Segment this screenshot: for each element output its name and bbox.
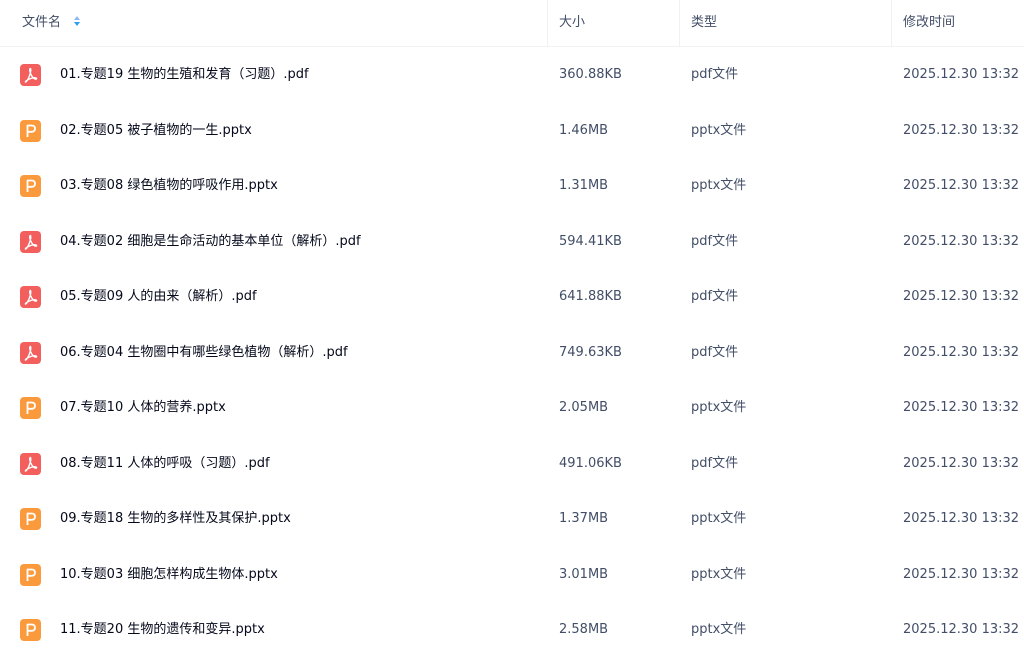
column-header-size[interactable]: 大小 — [559, 0, 585, 46]
sort-up-arrow — [74, 16, 81, 20]
pptx-icon — [20, 119, 41, 142]
file-size: 594.41KB — [559, 233, 622, 249]
file-size: 1.31MB — [559, 178, 609, 193]
file-name[interactable]: 09.专题18 生物的多样性及其保护.pptx — [60, 491, 291, 547]
pptx-icon — [20, 508, 41, 530]
file-name[interactable]: 01.专题19 生物的生殖和发育（习题）.pdf — [60, 47, 309, 103]
column-header-modified[interactable]: 修改时间 — [903, 0, 955, 46]
file-name[interactable]: 05.专题09 人的由来（解析）.pdf — [60, 269, 257, 325]
file-modified: 2025.12.30 13:32 — [903, 622, 1020, 637]
pptx-icon — [20, 619, 41, 641]
file-type: pptx文件 — [691, 566, 747, 582]
file-modified: 2025.12.30 13:32 — [903, 178, 1020, 193]
file-modified: 2025.12.30 13:32 — [903, 400, 1020, 415]
list-header: 文件名 大小 类型 修改时间 — [0, 0, 1024, 47]
pptx-icon — [20, 563, 41, 586]
file-size: 749.63KB — [559, 344, 622, 360]
file-size: 491.06KB — [559, 455, 622, 471]
file-row[interactable]: 07.专题10 人体的营养.pptx 2.05MB pptx文件 2025.12… — [0, 380, 1024, 436]
column-header-size-label: 大小 — [559, 15, 586, 30]
file-name[interactable]: 11.专题20 生物的遗传和变异.pptx — [60, 602, 265, 658]
file-rows: 01.专题19 生物的生殖和发育（习题）.pdf 360.88KB pdf文件 … — [0, 47, 1024, 658]
file-size: 1.46MB — [559, 122, 609, 138]
file-row[interactable]: 04.专题02 细胞是生命活动的基本单位（解析）.pdf 594.41KB pd… — [0, 214, 1024, 270]
pdf-icon — [20, 64, 41, 86]
sort-down-arrow — [74, 22, 81, 26]
file-modified: 2025.12.30 13:32 — [903, 122, 1020, 138]
pdf-icon — [20, 341, 41, 364]
file-type: pptx文件 — [691, 122, 747, 138]
file-row[interactable]: 01.专题19 生物的生殖和发育（习题）.pdf 360.88KB pdf文件 … — [0, 47, 1024, 103]
file-size: 641.88KB — [559, 289, 622, 304]
file-modified: 2025.12.30 13:32 — [903, 566, 1020, 582]
file-type: pdf文件 — [691, 233, 739, 249]
column-divider[interactable] — [547, 0, 548, 46]
file-row[interactable]: 02.专题05 被子植物的一生.pptx 1.46MB pptx文件 2025.… — [0, 103, 1024, 159]
file-row[interactable]: 03.专题08 绿色植物的呼吸作用.pptx 1.31MB pptx文件 202… — [0, 158, 1024, 214]
column-header-name-label: 文件名 — [22, 15, 62, 30]
column-header-name[interactable]: 文件名 — [22, 0, 81, 46]
file-type: pptx文件 — [691, 511, 747, 526]
file-size: 3.01MB — [559, 566, 609, 582]
file-name[interactable]: 08.专题11 人体的呼吸（习题）.pdf — [60, 436, 270, 492]
pdf-icon — [20, 452, 41, 475]
file-type: pptx文件 — [691, 178, 747, 193]
pptx-icon — [20, 175, 41, 197]
file-type: pdf文件 — [691, 289, 739, 304]
file-row[interactable]: 05.专题09 人的由来（解析）.pdf 641.88KB pdf文件 2025… — [0, 269, 1024, 325]
file-name[interactable]: 10.专题03 细胞怎样构成生物体.pptx — [60, 547, 278, 603]
file-row[interactable]: 08.专题11 人体的呼吸（习题）.pdf 491.06KB pdf文件 202… — [0, 436, 1024, 492]
file-modified: 2025.12.30 13:32 — [903, 455, 1020, 471]
file-modified: 2025.12.30 13:32 — [903, 344, 1020, 360]
column-header-modified-label: 修改时间 — [903, 15, 956, 30]
file-type: pptx文件 — [691, 622, 747, 637]
file-row[interactable]: 06.专题04 生物圈中有哪些绿色植物（解析）.pdf 749.63KB pdf… — [0, 325, 1024, 381]
file-row[interactable]: 10.专题03 细胞怎样构成生物体.pptx 3.01MB pptx文件 202… — [0, 547, 1024, 603]
file-type: pdf文件 — [691, 67, 739, 82]
file-row[interactable]: 11.专题20 生物的遗传和变异.pptx 2.58MB pptx文件 2025… — [0, 602, 1024, 658]
file-list: 文件名 大小 类型 修改时间 01.专题19 生物的生殖和发育（习题）.pdf … — [0, 0, 1024, 667]
file-name[interactable]: 07.专题10 人体的营养.pptx — [60, 380, 226, 436]
column-header-type[interactable]: 类型 — [691, 0, 717, 46]
file-modified: 2025.12.30 13:32 — [903, 289, 1020, 304]
file-modified: 2025.12.30 13:32 — [903, 233, 1020, 249]
file-size: 1.37MB — [559, 511, 609, 526]
file-type: pptx文件 — [691, 400, 747, 415]
file-name[interactable]: 04.专题02 细胞是生命活动的基本单位（解析）.pdf — [60, 214, 361, 270]
pdf-icon — [20, 286, 41, 308]
pdf-icon — [20, 230, 41, 253]
pptx-icon — [20, 397, 41, 419]
file-size: 360.88KB — [559, 67, 622, 82]
file-size: 2.58MB — [559, 622, 609, 637]
file-type: pdf文件 — [691, 455, 739, 471]
file-name[interactable]: 03.专题08 绿色植物的呼吸作用.pptx — [60, 158, 278, 214]
column-divider[interactable] — [679, 0, 680, 46]
file-name[interactable]: 02.专题05 被子植物的一生.pptx — [60, 103, 252, 159]
column-header-type-label: 类型 — [691, 15, 718, 30]
sort-icon[interactable] — [73, 1, 81, 26]
file-modified: 2025.12.30 13:32 — [903, 511, 1020, 526]
file-modified: 2025.12.30 13:32 — [903, 67, 1020, 82]
file-row[interactable]: 09.专题18 生物的多样性及其保护.pptx 1.37MB pptx文件 20… — [0, 491, 1024, 547]
file-name[interactable]: 06.专题04 生物圈中有哪些绿色植物（解析）.pdf — [60, 325, 348, 381]
column-divider[interactable] — [891, 0, 892, 46]
file-size: 2.05MB — [559, 400, 609, 415]
file-type: pdf文件 — [691, 344, 739, 360]
